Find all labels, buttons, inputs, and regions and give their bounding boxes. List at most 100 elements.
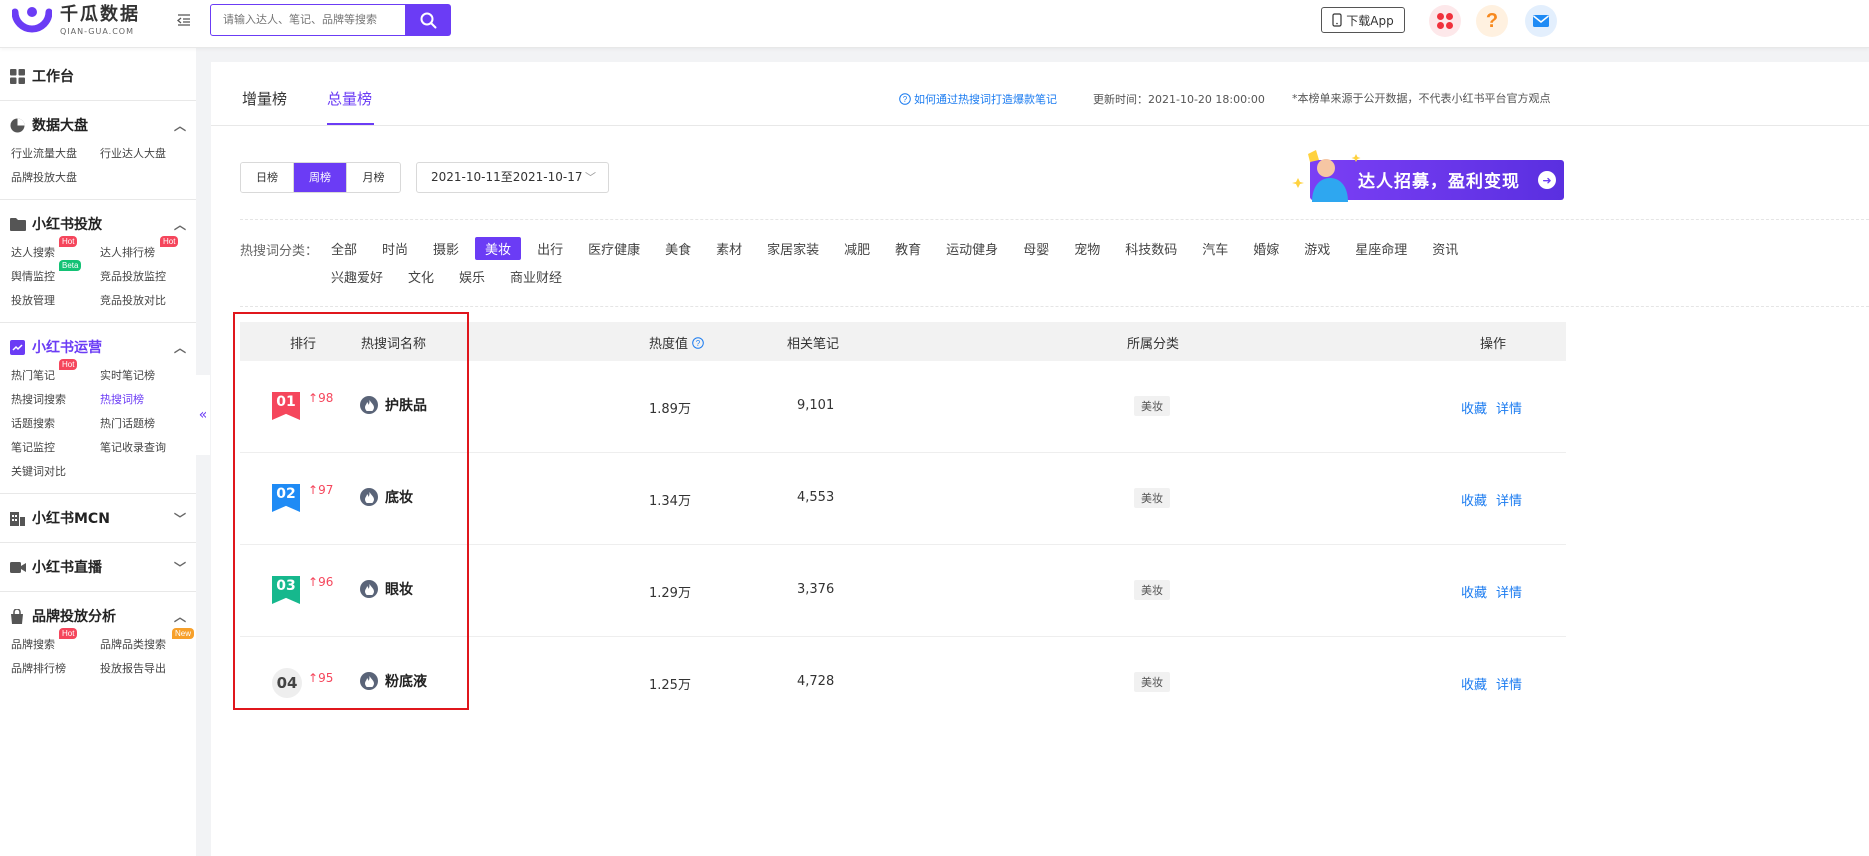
keyword[interactable]: 底妆 <box>360 487 413 507</box>
menu-collapse-icon[interactable] <box>176 12 194 30</box>
tab-incremental[interactable]: 增量榜 <box>242 88 287 109</box>
period-daily[interactable]: 日榜 <box>241 163 294 192</box>
detail-button[interactable]: 详情 <box>1496 490 1522 509</box>
keyword[interactable]: 粉底液 <box>360 671 427 691</box>
category-photography[interactable]: 摄影 <box>433 237 459 260</box>
download-app-button[interactable]: 下载App <box>1321 7 1405 33</box>
active-tab-indicator <box>327 123 374 125</box>
sidebar-section-brand-analysis[interactable]: 品牌投放分析 ︿ <box>0 596 196 636</box>
flame-icon <box>360 396 378 414</box>
update-time: 更新时间：2021-10-20 18:00:00 <box>1093 93 1265 106</box>
category-travel[interactable]: 出行 <box>537 237 563 260</box>
sidebar-item-hot-search[interactable]: 热搜词搜索 <box>11 391 100 409</box>
sidebar-item-brand-category-search[interactable]: 品牌品类搜索 New <box>100 628 195 654</box>
sidebar-item-placement-mgmt[interactable]: 投放管理 <box>11 292 100 310</box>
chevron-down-icon: ﹀ <box>173 561 186 575</box>
sidebar-section-xhs-live[interactable]: 小红书直播 ﹀ <box>0 547 196 587</box>
col-keyword: 热搜词名称 <box>361 337 427 352</box>
category-home[interactable]: 家居家装 <box>767 237 819 260</box>
sidebar-item-hot-notes[interactable]: 热门笔记 Hot <box>11 359 100 385</box>
detail-button[interactable]: 详情 <box>1496 398 1522 417</box>
tab-total[interactable]: 总量榜 <box>327 88 372 109</box>
category-all[interactable]: 全部 <box>331 237 357 260</box>
detail-button[interactable]: 详情 <box>1496 674 1522 693</box>
flame-icon <box>360 580 378 598</box>
category-wedding[interactable]: 婚嫁 <box>1253 237 1279 260</box>
help-icon[interactable]: ? <box>1476 5 1508 37</box>
question-circle-icon[interactable]: ? <box>692 336 704 349</box>
sidebar-item-realtime-notes[interactable]: 实时笔记榜 <box>100 367 195 385</box>
sidebar-item-brand-ranking[interactable]: 品牌排行榜 <box>11 660 100 678</box>
logo[interactable]: 千瓜数据 QIAN-GUA.COM <box>11 4 140 38</box>
table-header: 排行 热搜词名称 热度值 ? 相关笔记 所属分类 操作 <box>240 322 1566 361</box>
sidebar-section-xhs-mcn[interactable]: 小红书MCN ﹀ <box>0 498 196 538</box>
search-button[interactable] <box>406 4 451 36</box>
sidebar-item-brand-placement[interactable]: 品牌投放大盘 <box>11 169 100 187</box>
favorite-button[interactable]: 收藏 <box>1461 398 1487 417</box>
search-input[interactable] <box>210 4 406 36</box>
sidebar-item-competitor-compare[interactable]: 竞品投放对比 <box>100 292 195 310</box>
sidebar-section-data-overview[interactable]: 数据大盘 ︿ <box>0 105 196 145</box>
rank-badge: 02 <box>272 484 300 512</box>
category-business[interactable]: 商业财经 <box>510 265 562 288</box>
category-pets[interactable]: 宠物 <box>1074 237 1100 260</box>
sidebar-section-xhs-operation[interactable]: 小红书运营 ︿ <box>0 327 196 367</box>
tips-link[interactable]: ? 如何通过热搜词打造爆款笔记 <box>899 91 1057 107</box>
col-ops: 操作 <box>1480 337 1507 352</box>
recruit-banner[interactable]: 达人招募，盈利变现 ➜ <box>1290 148 1565 204</box>
sidebar-section-label: 小红书投放 <box>32 217 102 233</box>
sidebar-collapse-toggle[interactable]: « <box>196 375 210 455</box>
keyword[interactable]: 护肤品 <box>360 395 427 415</box>
main-panel: 增量榜 总量榜 ? 如何通过热搜词打造爆款笔记 更新时间：2021-10-20 … <box>211 62 1869 856</box>
favorite-button[interactable]: 收藏 <box>1461 582 1487 601</box>
category-tech[interactable]: 科技数码 <box>1125 237 1177 260</box>
category-auto[interactable]: 汽车 <box>1202 237 1228 260</box>
period-monthly[interactable]: 月榜 <box>347 163 400 192</box>
sidebar-item-report-export[interactable]: 投放报告导出 <box>100 660 195 678</box>
folder-icon <box>10 216 26 232</box>
date-range-select[interactable]: 2021-10-11至2021-10-17 ﹀ <box>416 162 609 193</box>
sidebar-item-sentiment[interactable]: 舆情监控 Beta <box>11 260 100 286</box>
category-fitness-diet[interactable]: 减肥 <box>844 237 870 260</box>
category-news[interactable]: 资讯 <box>1432 237 1458 260</box>
hot-badge: Hot <box>59 236 78 247</box>
category-culture[interactable]: 文化 <box>408 265 434 288</box>
category-maternity[interactable]: 母婴 <box>1023 237 1049 260</box>
category-material[interactable]: 素材 <box>716 237 742 260</box>
sidebar-item-topic-search[interactable]: 话题搜索 <box>11 415 100 433</box>
sidebar-item-industry-kol[interactable]: 行业达人大盘 <box>100 145 195 163</box>
keyword[interactable]: 眼妆 <box>360 579 413 599</box>
sidebar-item-industry-traffic[interactable]: 行业流量大盘 <box>11 145 100 163</box>
sidebar-item-hot-search-ranking[interactable]: 热搜词榜 <box>100 391 195 409</box>
message-icon[interactable] <box>1525 5 1557 37</box>
period-weekly[interactable]: 周榜 <box>294 163 347 192</box>
category-hobbies[interactable]: 兴趣爱好 <box>331 265 383 288</box>
sidebar-item-brand-search[interactable]: 品牌搜索 Hot <box>11 628 100 654</box>
sidebar-item-keyword-compare[interactable]: 关键词对比 <box>11 463 100 481</box>
sidebar-section-label: 数据大盘 <box>32 118 88 134</box>
favorite-button[interactable]: 收藏 <box>1461 490 1487 509</box>
apps-icon[interactable] <box>1429 5 1461 37</box>
table-row: 02 ↑97 底妆 1.34万 4,553 美妆 收藏 详情 <box>240 453 1566 545</box>
category-health[interactable]: 医疗健康 <box>588 237 640 260</box>
category-beauty[interactable]: 美妆 <box>475 237 522 260</box>
category-fashion[interactable]: 时尚 <box>382 237 408 260</box>
detail-button[interactable]: 详情 <box>1496 582 1522 601</box>
sidebar-item-kol-ranking[interactable]: 达人排行榜 Hot <box>100 236 195 262</box>
category-astrology[interactable]: 星座命理 <box>1355 237 1407 260</box>
sidebar-item-kol-search[interactable]: 达人搜索 Hot <box>11 236 100 262</box>
sidebar-item-note-monitor[interactable]: 笔记监控 <box>11 439 100 457</box>
favorite-button[interactable]: 收藏 <box>1461 674 1487 693</box>
category-games[interactable]: 游戏 <box>1304 237 1330 260</box>
category-education[interactable]: 教育 <box>895 237 921 260</box>
rank-badge: 01 <box>272 392 300 420</box>
category-tag: 美妆 <box>1134 672 1170 692</box>
sidebar-workbench[interactable]: 工作台 <box>0 56 196 96</box>
category-food[interactable]: 美食 <box>665 237 691 260</box>
sidebar-item-hot-topics[interactable]: 热门话题榜 <box>100 415 195 433</box>
category-sports[interactable]: 运动健身 <box>946 237 998 260</box>
table-row: 04 ↑95 粉底液 1.25万 4,728 美妆 收藏 详情 <box>240 637 1566 729</box>
sidebar-item-competitor-monitor[interactable]: 竞品投放监控 <box>100 268 195 286</box>
sidebar-item-note-index[interactable]: 笔记收录查询 <box>100 439 195 457</box>
category-entertainment[interactable]: 娱乐 <box>459 265 485 288</box>
